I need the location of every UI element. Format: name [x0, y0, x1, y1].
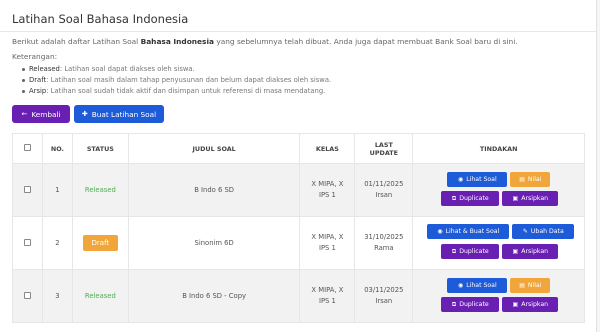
plus-icon: ✚ [81, 110, 88, 118]
subject-name: Bahasa Indonesia [140, 37, 214, 46]
row-actions: ◉ Lihat & Buat Soal ✎ Ubah Data ⧉ Duplicate… [413, 217, 584, 269]
page-description: Berikut adalah daftar Latihan Soal Bahas… [12, 37, 518, 46]
eye-icon: ◉ [457, 176, 464, 183]
title-divider [0, 31, 596, 32]
duplicate-button[interactable]: ⧉ Duplicate [441, 191, 500, 206]
view-questions-button[interactable]: ◉ Lihat Soal [447, 278, 508, 293]
archive-button[interactable]: ▣ Arsipkan [502, 297, 559, 312]
table-header-row: NO. STATUS JUDUL SOAL KELAS LAST UPDATE … [12, 133, 585, 164]
legend-item-released: Released: Latihan soal dapat diakses ole… [22, 65, 331, 76]
main-card: Latihan Soal Bahasa Indonesia Berikut ad… [0, 0, 597, 332]
exercise-title: B Indo 6 SD - Copy [127, 269, 301, 323]
duplicate-button[interactable]: ⧉ Duplicate [441, 244, 500, 259]
view-create-questions-button[interactable]: ◉ Lihat & Buat Soal [427, 224, 510, 239]
archive-icon: ▣ [512, 301, 519, 308]
grades-button[interactable]: ▤ Nilai [510, 172, 551, 187]
status-badge: Draft [82, 235, 119, 251]
duplicate-button[interactable]: ⧉ Duplicate [441, 297, 500, 312]
row-number: 2 [41, 216, 73, 270]
archive-icon: ▣ [512, 195, 519, 202]
copy-icon: ⧉ [451, 300, 457, 308]
row-actions: ◉ Lihat Soal ▤ Nilai ⧉ Duplicate ▣ Arsipkan [413, 270, 584, 322]
edit-icon: ✎ [522, 228, 528, 235]
exercise-title: B Indo 6 SD [127, 163, 301, 217]
view-questions-button[interactable]: ◉ Lihat Soal [447, 172, 508, 187]
table-row: 1 Released B Indo 6 SD X MIPA, X IPS 1 0… [12, 163, 585, 217]
archive-button[interactable]: ▣ Arsipkan [502, 244, 559, 259]
copy-icon: ⧉ [451, 247, 457, 255]
eye-icon: ◉ [437, 228, 443, 235]
row-checkbox[interactable] [23, 185, 31, 193]
arrow-left-icon: ← [21, 110, 28, 118]
legend-item-arsip: Arsip: Latihan soal sudah tidak aktif da… [22, 87, 331, 98]
row-actions: ◉ Lihat Soal ▤ Nilai ⧉ Duplicate ▣ Arsipkan [413, 164, 584, 216]
header-kelas: KELAS [299, 133, 356, 164]
status-badge: Released [84, 186, 116, 194]
header-judul: JUDUL SOAL [127, 133, 301, 164]
clipboard-icon: ▤ [519, 176, 525, 183]
header-last-update: LAST UPDATE [354, 133, 414, 164]
copy-icon: ⧉ [451, 194, 457, 202]
back-button[interactable]: ← Kembali [12, 105, 70, 123]
header-tindakan: TINDAKAN [412, 133, 585, 164]
eye-icon: ◉ [457, 282, 464, 289]
select-all-checkbox[interactable] [23, 144, 31, 151]
exercise-table: NO. STATUS JUDUL SOAL KELAS LAST UPDATE … [12, 133, 585, 323]
table-row: 3 Released B Indo 6 SD - Copy X MIPA, X … [12, 269, 585, 323]
last-update: 03/11/2025 Irsan [354, 269, 414, 323]
last-update: 01/11/2025 Irsan [354, 163, 414, 217]
last-update: 31/10/2025 Rama [354, 216, 414, 270]
header-no: NO. [41, 133, 73, 164]
create-exercise-button[interactable]: ✚ Buat Latihan Soal [74, 105, 164, 123]
grades-button[interactable]: ▤ Nilai [510, 278, 551, 293]
row-number: 3 [41, 269, 73, 323]
status-badge: Released [84, 292, 116, 300]
archive-icon: ▣ [512, 248, 519, 255]
legend-item-draft: Draft: Latihan soal masih dalam tahap pe… [22, 76, 331, 87]
exercise-title: Sinonim 6D [127, 216, 301, 270]
clipboard-icon: ▤ [519, 282, 525, 289]
row-checkbox[interactable] [23, 238, 31, 246]
page-title: Latihan Soal Bahasa Indonesia [12, 12, 189, 26]
edit-data-button[interactable]: ✎ Ubah Data [512, 224, 575, 239]
header-status: STATUS [71, 133, 129, 164]
class-list: X MIPA, X IPS 1 [299, 163, 356, 217]
status-legend: Released: Latihan soal dapat diakses ole… [22, 65, 331, 98]
legend-heading: Keterangan: [12, 52, 58, 61]
archive-button[interactable]: ▣ Arsipkan [502, 191, 559, 206]
row-checkbox[interactable] [23, 291, 31, 299]
row-number: 1 [41, 163, 73, 217]
class-list: X MIPA, X IPS 1 [299, 269, 356, 323]
table-row: 2 Draft Sinonim 6D X MIPA, X IPS 1 31/10… [12, 216, 585, 270]
class-list: X MIPA, X IPS 1 [299, 216, 356, 270]
